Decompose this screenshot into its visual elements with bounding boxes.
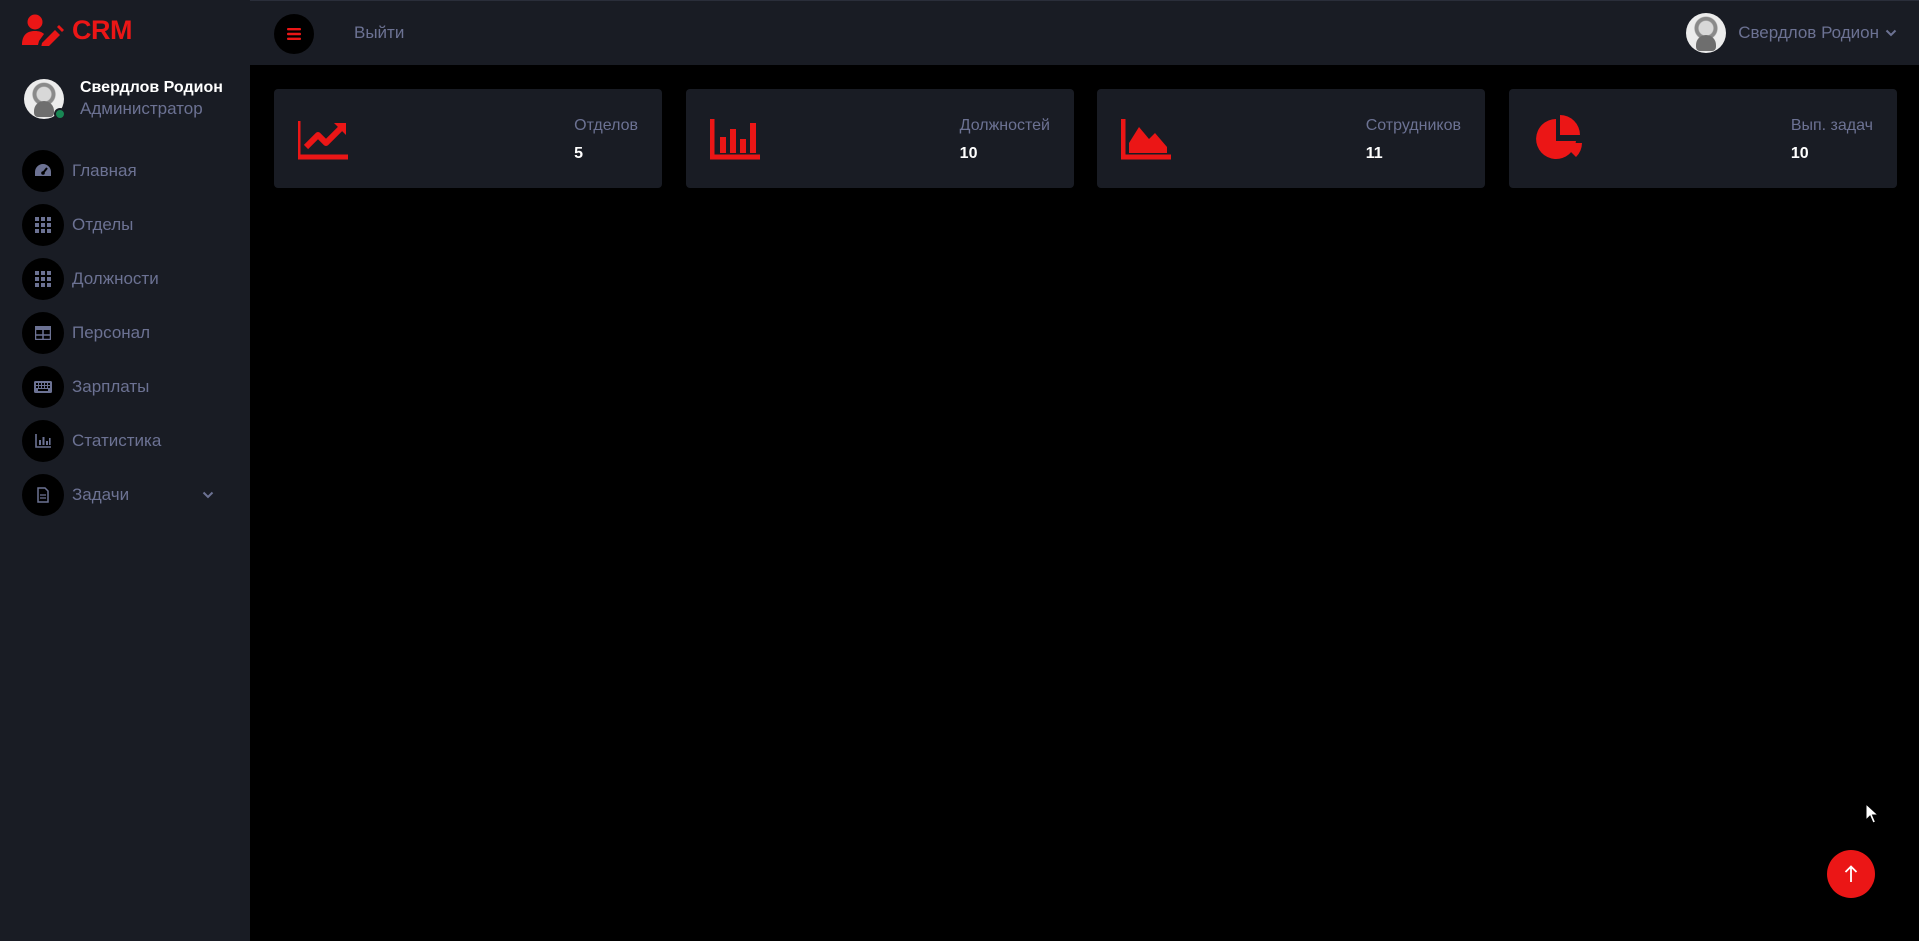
sidebar-user-role: Администратор (80, 99, 203, 118)
sidebar: CRM Свердлов Родион Администратор Главна… (0, 0, 250, 941)
sidebar-user-name: Свердлов Родион (80, 79, 223, 96)
sidebar-item-home[interactable]: Главная (22, 150, 222, 192)
sidebar-item-label: Отделы (72, 215, 134, 234)
sidebar-toggle-button[interactable] (274, 14, 314, 54)
stat-value: 5 (574, 145, 584, 162)
sidebar-item-label: Персонал (72, 323, 151, 342)
logout-link[interactable]: Выйти (354, 23, 404, 43)
chevron-down-icon[interactable] (202, 486, 214, 504)
brand-logo[interactable]: CRM (22, 12, 133, 48)
brand-name: CRM (72, 14, 133, 45)
stat-label: Должностей (959, 117, 1050, 134)
top-navbar: Выйти Свердлов Родион (250, 0, 1919, 65)
sidebar-item-salaries[interactable]: Зарплаты (22, 366, 222, 408)
chart-pie-icon (1536, 115, 1582, 159)
chart-line-icon (298, 121, 348, 160)
file-icon (22, 474, 64, 516)
mouse-cursor-icon (1865, 803, 1879, 824)
sidebar-item-staff[interactable]: Персонал (22, 312, 222, 354)
chart-area-icon (1121, 119, 1171, 160)
stat-label: Отделов (574, 117, 638, 134)
sidebar-item-statistics[interactable]: Статистика (22, 420, 222, 462)
sidebar-item-label: Зарплаты (72, 377, 150, 396)
avatar (24, 79, 66, 120)
back-to-top-button[interactable] (1827, 850, 1875, 898)
sidebar-item-positions[interactable]: Должности (22, 258, 222, 300)
stat-label: Вып. задач (1790, 117, 1873, 134)
user-menu-dropdown[interactable]: Свердлов Родион (1686, 13, 1897, 53)
stat-card-positions: Должностей 10 (686, 89, 1074, 188)
sidebar-item-label: Задачи (72, 485, 130, 504)
stat-value: 10 (959, 145, 978, 162)
top-user-name: Свердлов Родион (1738, 23, 1879, 42)
tachometer-icon (22, 150, 64, 192)
keyboard-icon (22, 366, 64, 408)
stat-card-employees: Сотрудников 11 (1097, 89, 1485, 188)
arrow-up-icon (1844, 865, 1858, 882)
avatar (1686, 13, 1727, 53)
stat-cards: Отделов 5 Должностей 10 Сотрудников 11 В… (274, 89, 1897, 188)
chevron-down-icon (1885, 29, 1897, 37)
user-edit-icon (22, 14, 64, 46)
sidebar-item-label: Должности (72, 269, 159, 288)
chart-bar-icon (22, 420, 64, 462)
sidebar-item-label: Главная (72, 161, 137, 180)
sidebar-item-tasks[interactable]: Задачи (22, 474, 222, 516)
stat-value: 10 (1790, 145, 1809, 162)
stat-label: Сотрудников (1365, 117, 1461, 134)
stat-value: 11 (1365, 145, 1383, 162)
sidebar-user: Свердлов Родион Администратор (24, 78, 223, 120)
sidebar-item-departments[interactable]: Отделы (22, 204, 222, 246)
bars-icon (287, 28, 301, 40)
online-status-dot (54, 108, 66, 120)
stat-card-completed-tasks: Вып. задач 10 (1509, 89, 1897, 188)
stat-card-departments: Отделов 5 (274, 89, 662, 188)
sidebar-nav: Главная Отделы Должности Персонал Зарпла… (22, 150, 222, 528)
table-icon (22, 312, 64, 354)
grid-icon (22, 204, 64, 246)
sidebar-item-label: Статистика (72, 431, 162, 450)
grid-icon (22, 258, 64, 300)
chart-bar-icon (710, 119, 760, 160)
